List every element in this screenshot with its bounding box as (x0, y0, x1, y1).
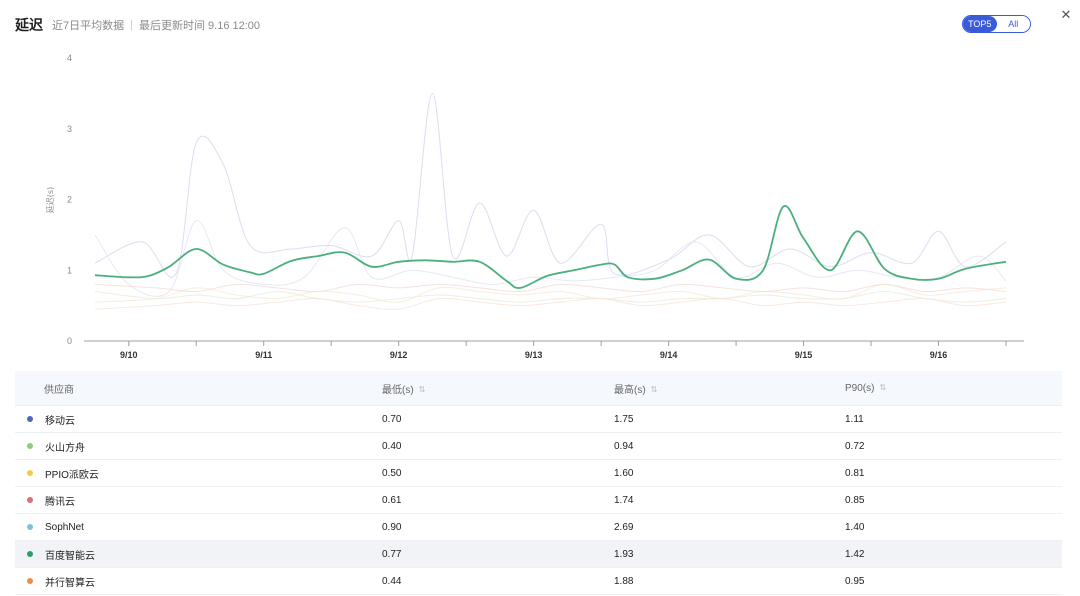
header-p90-label: P90(s) (845, 382, 875, 394)
series-line (94, 92, 1007, 278)
min-cell: 0.77 (382, 548, 402, 560)
table-row[interactable]: 并行智算云 0.44 1.88 0.95 (15, 568, 1062, 595)
min-cell: 0.61 (382, 494, 402, 506)
header-max-label: 最高(s) (614, 384, 646, 396)
min-cell: 0.44 (382, 575, 402, 587)
table-row[interactable]: SophNet 0.90 2.69 1.40 (15, 514, 1062, 541)
y-tick-label: 2 (67, 195, 72, 205)
p90-cell: 1.40 (845, 521, 865, 533)
x-tick-label: 9/12 (390, 350, 408, 360)
min-cell: 0.90 (382, 521, 402, 533)
x-tick-label: 9/16 (930, 350, 948, 360)
vendor-name: SophNet (45, 521, 84, 533)
vendor-cell: 移动云 (15, 412, 382, 427)
max-cell: 1.60 (614, 467, 634, 479)
y-axis-label: 延迟(s) (45, 187, 55, 213)
max-cell: 1.75 (614, 413, 634, 425)
vendor-name: 移动云 (45, 415, 75, 427)
series-line (94, 283, 1007, 293)
max-cell: 1.88 (614, 575, 634, 587)
vendor-name: 百度智能云 (45, 550, 95, 562)
p90-cell: 0.95 (845, 575, 865, 587)
legend-dot (27, 497, 33, 503)
vendor-cell: 并行智算云 (15, 574, 382, 589)
x-tick-label: 9/11 (255, 350, 272, 360)
vendor-name: PPIO派欧云 (45, 469, 99, 481)
table-row[interactable]: 火山方舟 0.40 0.94 0.72 (15, 433, 1062, 460)
y-tick-label: 1 (67, 265, 72, 275)
vendor-cell: 腾讯云 (15, 493, 382, 508)
vendor-cell: 火山方舟 (15, 439, 382, 454)
legend-dot (27, 578, 33, 584)
vendor-name: 火山方舟 (45, 442, 85, 454)
y-tick-label: 0 (67, 336, 72, 346)
series-line (94, 297, 1007, 310)
p90-cell: 1.42 (845, 548, 865, 560)
max-cell: 2.69 (614, 521, 634, 533)
y-tick-label: 4 (67, 53, 72, 63)
table-row[interactable]: 百度智能云 0.77 1.93 1.42 (15, 541, 1062, 568)
header-p90[interactable]: P90(s) ⇅ (845, 383, 1062, 394)
vendor-cell: PPIO派欧云 (15, 466, 382, 481)
header-vendor: 供应商 (44, 384, 74, 396)
sort-icon[interactable]: ⇅ (879, 383, 886, 392)
p90-cell: 0.85 (845, 494, 865, 506)
legend-dot (27, 551, 33, 557)
max-cell: 0.94 (614, 440, 634, 452)
x-tick-label: 9/15 (795, 350, 813, 360)
vendor-cell: SophNet (15, 522, 382, 533)
x-tick-label: 9/13 (525, 350, 543, 360)
p90-cell: 0.72 (845, 440, 865, 452)
vendor-table: 供应商 最低(s) ⇅ 最高(s) ⇅ P90(s) ⇅ 移动云 0.70 1.75 1.1… (15, 371, 1062, 595)
table-row[interactable]: 移动云 0.70 1.75 1.11 (15, 406, 1062, 433)
vendor-cell: 百度智能云 (15, 547, 382, 562)
table-header: 供应商 最低(s) ⇅ 最高(s) ⇅ P90(s) ⇅ (15, 371, 1062, 406)
vendor-name: 并行智算云 (45, 577, 95, 589)
min-cell: 0.70 (382, 413, 402, 425)
table-row[interactable]: 腾讯云 0.61 1.74 0.85 (15, 487, 1062, 514)
max-cell: 1.93 (614, 548, 634, 560)
header-min[interactable]: 最低(s) ⇅ (382, 381, 614, 396)
latency-line-chart: 0 1 2 3 4 延迟(s) 9/10 9/11 9/12 9/13 9/14 9/15 9/16 (45, 53, 1024, 360)
min-cell: 0.40 (382, 440, 402, 452)
legend-dot (27, 524, 33, 530)
x-tick-label: 9/10 (120, 350, 138, 360)
min-cell: 0.50 (382, 467, 402, 479)
legend-dot (27, 443, 33, 449)
table-row[interactable]: PPIO派欧云 0.50 1.60 0.81 (15, 460, 1062, 487)
header-min-label: 最低(s) (382, 384, 414, 396)
max-cell: 1.74 (614, 494, 634, 506)
series-line (94, 291, 1007, 303)
p90-cell: 0.81 (845, 467, 865, 479)
y-tick-label: 3 (67, 124, 72, 134)
x-tick-label: 9/14 (660, 350, 678, 360)
table-body: 移动云 0.70 1.75 1.11 火山方舟 0.40 0.94 0.72 PPIO派欧云 0.… (15, 406, 1062, 595)
sort-icon[interactable]: ⇅ (651, 385, 658, 394)
legend-dot (27, 470, 33, 476)
vendor-name: 腾讯云 (45, 496, 75, 508)
p90-cell: 1.11 (845, 413, 864, 425)
legend-dot (27, 416, 33, 422)
sort-icon[interactable]: ⇅ (419, 385, 426, 394)
header-max[interactable]: 最高(s) ⇅ (614, 381, 845, 396)
